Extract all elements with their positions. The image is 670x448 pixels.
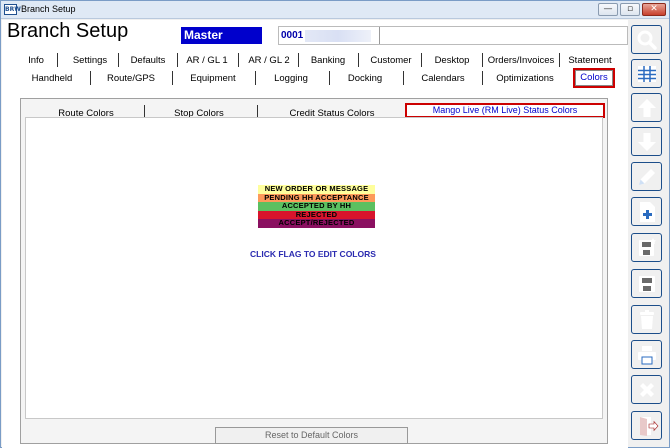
- tab-orders-invoices[interactable]: Orders/Invoices: [486, 53, 556, 68]
- tab-handheld[interactable]: Handheld: [24, 71, 80, 86]
- maximize-button[interactable]: ▫: [620, 3, 640, 16]
- tab-logging[interactable]: Logging: [261, 71, 321, 86]
- tab-equipment[interactable]: Equipment: [180, 71, 246, 86]
- tab-colors[interactable]: Colors: [573, 68, 615, 88]
- tab-divider: [482, 71, 483, 85]
- tab-divider: [482, 53, 483, 67]
- tab-divider: [298, 53, 299, 67]
- flag-hint-text: CLICK FLAG TO EDIT COLORS: [250, 249, 376, 259]
- subtab-mango-live-status-colors[interactable]: Mango Live (RM Live) Status Colors: [405, 103, 605, 118]
- tab-divider: [329, 71, 330, 85]
- tab-banking[interactable]: Banking: [301, 53, 355, 68]
- status-colors-panel: [25, 117, 603, 419]
- branch-code-value: 0001: [281, 30, 304, 41]
- delete-button[interactable]: [631, 305, 662, 334]
- field-separator: [379, 27, 380, 44]
- tab-calendars[interactable]: Calendars: [410, 71, 476, 86]
- tab-colors-label: Colors: [575, 70, 613, 86]
- flag-row-accept-rejected[interactable]: ACCEPT/REJECTED: [258, 219, 375, 228]
- tab-ar-gl-2[interactable]: AR / GL 2: [242, 53, 296, 68]
- tab-divider: [57, 53, 58, 67]
- print-button[interactable]: [631, 340, 662, 369]
- window-title: Branch Setup: [21, 4, 76, 14]
- tab-desktop[interactable]: Desktop: [427, 53, 477, 68]
- page-title: Branch Setup: [7, 20, 129, 42]
- arrow-down-icon: [638, 133, 656, 151]
- copy-save-button[interactable]: [631, 233, 662, 262]
- cancel-button[interactable]: [631, 375, 662, 404]
- tab-divider: [421, 53, 422, 67]
- save-disk-icon: [639, 276, 655, 292]
- tab-divider: [238, 53, 239, 67]
- cancel-x-icon: [640, 383, 654, 397]
- minimize-button[interactable]: —: [598, 3, 618, 16]
- tab-defaults[interactable]: Defaults: [124, 53, 172, 68]
- status-color-flag[interactable]: NEW ORDER OR MESSAGE PENDING HH ACCEPTAN…: [258, 184, 375, 228]
- tab-divider: [559, 53, 560, 67]
- arrow-up-icon: [638, 99, 656, 117]
- edit-pencil-icon: [639, 169, 655, 185]
- tab-divider: [255, 71, 256, 85]
- tab-docking[interactable]: Docking: [335, 71, 395, 86]
- redacted-text: [305, 30, 371, 42]
- branch-setup-window: BRW Branch Setup — ▫ ✕ Branch Setup Mast…: [0, 0, 670, 448]
- tab-divider: [172, 71, 173, 85]
- branch-name-label: Master Branch: [181, 27, 262, 59]
- grid-button[interactable]: [631, 59, 662, 88]
- tab-route-gps[interactable]: Route/GPS: [98, 71, 164, 86]
- exit-button[interactable]: [631, 411, 662, 440]
- search-icon: [637, 30, 657, 50]
- tab-divider: [177, 53, 178, 67]
- tab-ar-gl-1[interactable]: AR / GL 1: [180, 53, 234, 68]
- app-icon: BRW: [4, 4, 21, 15]
- grid-icon: [638, 66, 656, 82]
- search-button[interactable]: [631, 25, 662, 54]
- new-document-icon: [640, 202, 655, 222]
- edit-button[interactable]: [631, 162, 662, 191]
- move-up-button[interactable]: [631, 93, 662, 122]
- reset-default-colors-button[interactable]: Reset to Default Colors: [215, 427, 408, 444]
- exit-door-icon: [640, 417, 659, 436]
- main-area: Branch Setup Master Branch 0001 Info Set…: [2, 20, 628, 448]
- tab-optimizations[interactable]: Optimizations: [488, 71, 562, 86]
- trash-icon: [640, 310, 654, 329]
- tab-settings[interactable]: Settings: [64, 53, 116, 68]
- tab-divider: [90, 71, 91, 85]
- tab-statement[interactable]: Statement: [564, 53, 616, 68]
- tab-divider: [403, 71, 404, 85]
- branch-code-field[interactable]: 0001: [278, 26, 628, 45]
- print-icon: [638, 346, 656, 365]
- move-down-button[interactable]: [631, 127, 662, 156]
- tab-customer[interactable]: Customer: [363, 53, 419, 68]
- close-button[interactable]: ✕: [642, 3, 666, 16]
- tab-divider: [358, 53, 359, 67]
- save-button[interactable]: [631, 269, 662, 298]
- tab-info[interactable]: Info: [19, 53, 53, 68]
- copy-save-icon: [639, 238, 656, 256]
- new-record-button[interactable]: [631, 197, 662, 226]
- title-bar: BRW Branch Setup — ▫ ✕: [1, 1, 669, 19]
- tab-divider: [118, 53, 119, 67]
- colors-panel: Route Colors Stop Colors Credit Status C…: [20, 98, 608, 444]
